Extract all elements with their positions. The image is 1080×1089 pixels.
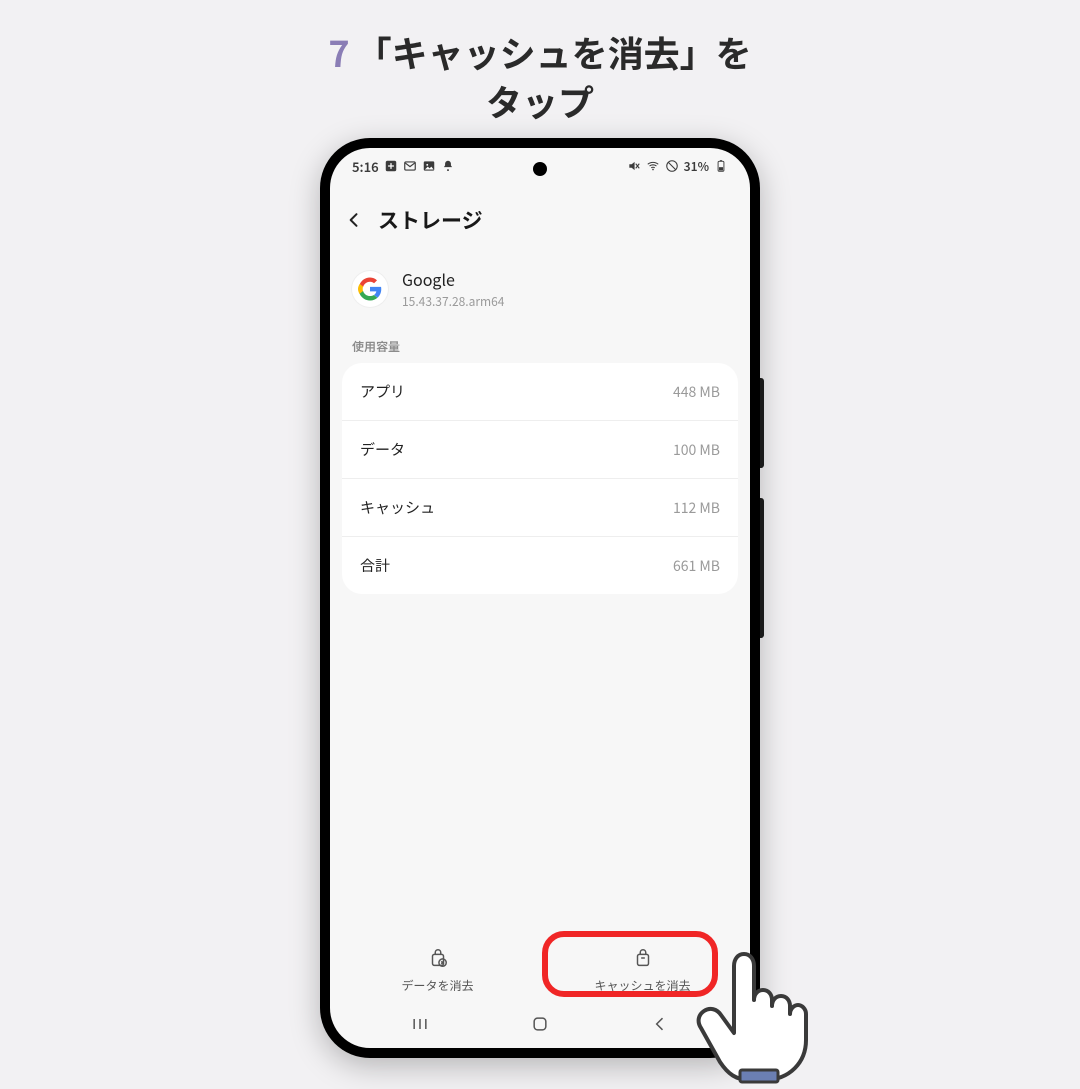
clear-data-button[interactable]: データを消去 [338, 941, 537, 1002]
usage-row-label: キャッシュ [360, 497, 435, 518]
nav-home-button[interactable] [520, 1014, 560, 1034]
usage-row-total: 合計 661 MB [342, 537, 738, 594]
usage-section-label: 使用容量 [330, 338, 750, 363]
usage-row-label: 合計 [360, 555, 390, 576]
no-sim-icon [665, 159, 679, 173]
step-number: 7 [328, 26, 349, 78]
bell-icon [441, 159, 455, 173]
nav-recents-button[interactable] [400, 1014, 440, 1034]
usage-row-value: 661 MB [673, 556, 720, 576]
usage-row-label: データ [360, 439, 405, 460]
clear-cache-button[interactable]: キャッシュを消去 [543, 941, 742, 1002]
trash-data-icon [427, 947, 449, 973]
battery-percent: 31% [684, 158, 709, 175]
usage-row-app: アプリ 448 MB [342, 363, 738, 421]
page-header: ストレージ [330, 184, 750, 247]
usage-card: アプリ 448 MB データ 100 MB キャッシュ 112 MB 合計 66… [342, 363, 738, 594]
bottom-actions: データを消去 キャッシュを消去 [330, 935, 750, 1006]
back-button[interactable] [344, 202, 364, 237]
usage-row-value: 100 MB [673, 440, 720, 460]
google-logo-icon [352, 271, 388, 307]
clear-cache-label: キャッシュを消去 [594, 977, 690, 994]
battery-icon [714, 159, 728, 173]
status-time: 5:16 [352, 157, 379, 176]
mute-icon [627, 159, 641, 173]
trash-cache-icon [632, 947, 654, 973]
image-icon [422, 159, 436, 173]
usage-row-value: 448 MB [673, 382, 720, 402]
usage-row-value: 112 MB [673, 498, 720, 518]
usage-row-label: アプリ [360, 381, 405, 402]
nav-back-button[interactable] [640, 1014, 680, 1034]
usage-row-cache: キャッシュ 112 MB [342, 479, 738, 537]
phone-screen: 5:16 [330, 148, 750, 1048]
instruction-line2: タップ [486, 75, 594, 127]
usage-row-data: データ 100 MB [342, 421, 738, 479]
app-info: Google 15.43.37.28.arm64 [330, 247, 750, 338]
gmail-icon [403, 159, 417, 173]
front-camera [533, 162, 547, 176]
page-title: ストレージ [378, 205, 483, 235]
app-name: Google [402, 267, 504, 291]
phone-frame: 5:16 [320, 138, 760, 1058]
instruction-heading: 7「キャッシュを消去」を タップ [0, 0, 1080, 125]
plus-icon [384, 159, 398, 173]
instruction-line1: 「キャッシュを消去」を [356, 26, 752, 78]
wifi-icon [646, 159, 660, 173]
clear-data-label: データを消去 [401, 977, 473, 994]
android-nav-bar [330, 1006, 750, 1048]
app-version: 15.43.37.28.arm64 [402, 293, 504, 310]
